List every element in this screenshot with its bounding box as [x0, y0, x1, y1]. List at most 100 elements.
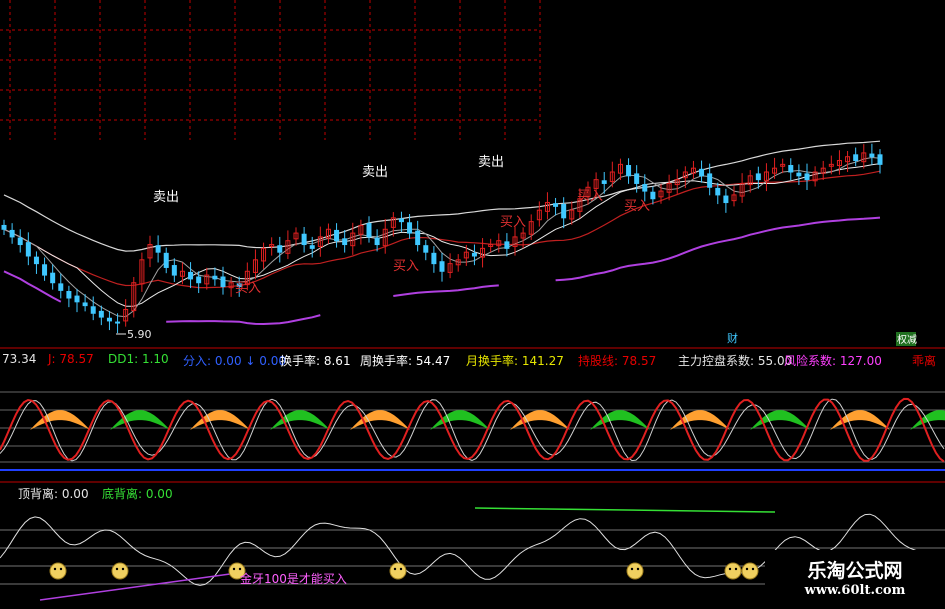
candle-body	[74, 295, 80, 303]
candle-body	[196, 276, 202, 284]
smiley-eye	[232, 567, 236, 571]
stock-chart-window: 卖出 卖出 卖出 买入 买入 买入 买入 买入 5.90 财权减 金牙100是才能买入 73.34 …	[0, 0, 945, 609]
ind-dd1: DD1: 1.10	[108, 352, 169, 366]
smiley-buy-marker	[49, 562, 67, 580]
buy-signal-label: 买入	[393, 259, 419, 274]
smiley-eye	[53, 567, 57, 571]
candle-body	[1, 224, 7, 230]
candle-body	[553, 203, 559, 207]
buy-signal-label: 买入	[235, 281, 261, 296]
candle-body	[82, 302, 88, 307]
candle-body	[707, 173, 713, 188]
candle-body	[650, 191, 656, 200]
candle-body	[115, 321, 121, 324]
bottom-divergence-label: 底背离: 0.00	[102, 487, 173, 501]
ind-fen: 分入: 0.00 ↓ 0.00	[183, 354, 286, 368]
ind-jl: 乖离	[912, 354, 937, 368]
candle-body	[439, 261, 445, 272]
bottom-divergence-trend	[39, 573, 231, 601]
sell-signal-label: 卖出	[478, 155, 504, 170]
ind-zlkp: 主力控盘系数: 55.00	[678, 354, 793, 368]
smiley-eye	[745, 567, 749, 571]
candle-body	[788, 165, 794, 173]
ind-hsl: 换手率: 8.61	[280, 354, 351, 368]
candle-body	[58, 283, 64, 291]
smiley-eye	[751, 567, 755, 571]
candle-body	[342, 238, 348, 246]
ind-fill-orange	[190, 410, 250, 430]
candle-body	[853, 154, 859, 162]
ind-white-line	[0, 398, 945, 462]
candle-body	[634, 173, 640, 184]
candle-body	[171, 265, 177, 276]
candle-body	[561, 203, 567, 219]
candle-body	[626, 165, 632, 177]
candle-body	[715, 187, 721, 196]
ind-j: J: 78.57	[48, 352, 94, 366]
candle-body	[25, 242, 31, 257]
candle-body	[220, 276, 226, 288]
candle-body	[755, 173, 761, 181]
sell-signal-label: 卖出	[362, 165, 388, 180]
smiley-eye	[630, 567, 634, 571]
buy-signal-label: 买入	[624, 199, 650, 214]
candle-body	[796, 172, 802, 177]
ind-fill-green	[110, 410, 170, 430]
candle-body	[188, 271, 194, 280]
ind-fill-orange	[30, 410, 90, 430]
candle-body	[601, 180, 607, 184]
smiley-eye	[59, 567, 63, 571]
candle-body	[163, 252, 169, 268]
watermark-title: 乐淘公式网	[807, 560, 903, 582]
smiley-buy-marker	[626, 562, 644, 580]
ind-cgx: 持股线: 78.57	[578, 354, 657, 368]
watermark-box: 乐淘公式网 www.60lt.com	[765, 550, 945, 609]
candle-body	[66, 291, 72, 299]
ind-yhsl: 月换手率: 141.27	[466, 354, 564, 368]
smiley-buy-marker	[741, 562, 759, 580]
candle-body	[17, 237, 23, 246]
candle-body	[374, 237, 380, 246]
candle-body	[90, 306, 96, 314]
top-divergence-trend	[474, 507, 776, 513]
ind-fxxs: 风险系数: 127.00	[784, 354, 882, 368]
smiley-eye	[393, 567, 397, 571]
buy-signal-label: 买入	[577, 189, 603, 204]
buy-signal-label: 买入	[500, 215, 526, 230]
candle-body	[877, 154, 883, 165]
candle-body	[699, 168, 705, 177]
smiley-buy-marker	[724, 562, 742, 580]
sell-signal-label: 卖出	[153, 190, 179, 205]
candle-body	[155, 245, 161, 253]
smiley-buy-marker	[389, 562, 407, 580]
smiley-eye	[734, 567, 738, 571]
ind-zhsl: 周换手率: 54.47	[360, 354, 451, 368]
smiley-eye	[121, 567, 125, 571]
smiley-buy-marker	[111, 562, 129, 580]
divergence-note: 金牙100是才能买入	[240, 571, 347, 586]
candle-body	[366, 223, 372, 238]
candle-body	[106, 317, 112, 322]
candle-body	[398, 218, 404, 223]
low-price-label: 5.90	[127, 328, 152, 341]
candle-body	[471, 252, 477, 257]
candle-body	[804, 173, 810, 181]
candle-body	[723, 195, 729, 204]
candle-body	[407, 222, 413, 234]
candle-body	[431, 252, 437, 265]
candle-body	[9, 229, 15, 238]
candle-body	[98, 310, 104, 318]
tag2-label: 权减	[897, 333, 917, 346]
smiley-eye	[399, 567, 403, 571]
candle-body	[504, 241, 510, 249]
watermark-url: www.60lt.com	[804, 583, 906, 598]
candle-body	[42, 264, 48, 276]
indicator-bar: 73.34 J: 78.57 DD1: 1.10 分入: 0.00 ↓ 0.00…	[0, 350, 945, 372]
top-divergence-label: 顶背离: 0.00	[18, 487, 89, 501]
lower-band-line	[555, 216, 881, 282]
lower-band-line	[166, 314, 321, 326]
ind-k: 73.34	[2, 352, 37, 366]
chart-canvas: 卖出卖出卖出买入买入买入买入买入5.90 财权减金牙100是才能买入	[0, 0, 945, 601]
candle-body	[301, 233, 307, 246]
divergence-bar: 顶背离: 0.00 底背离: 0.00	[0, 484, 945, 502]
